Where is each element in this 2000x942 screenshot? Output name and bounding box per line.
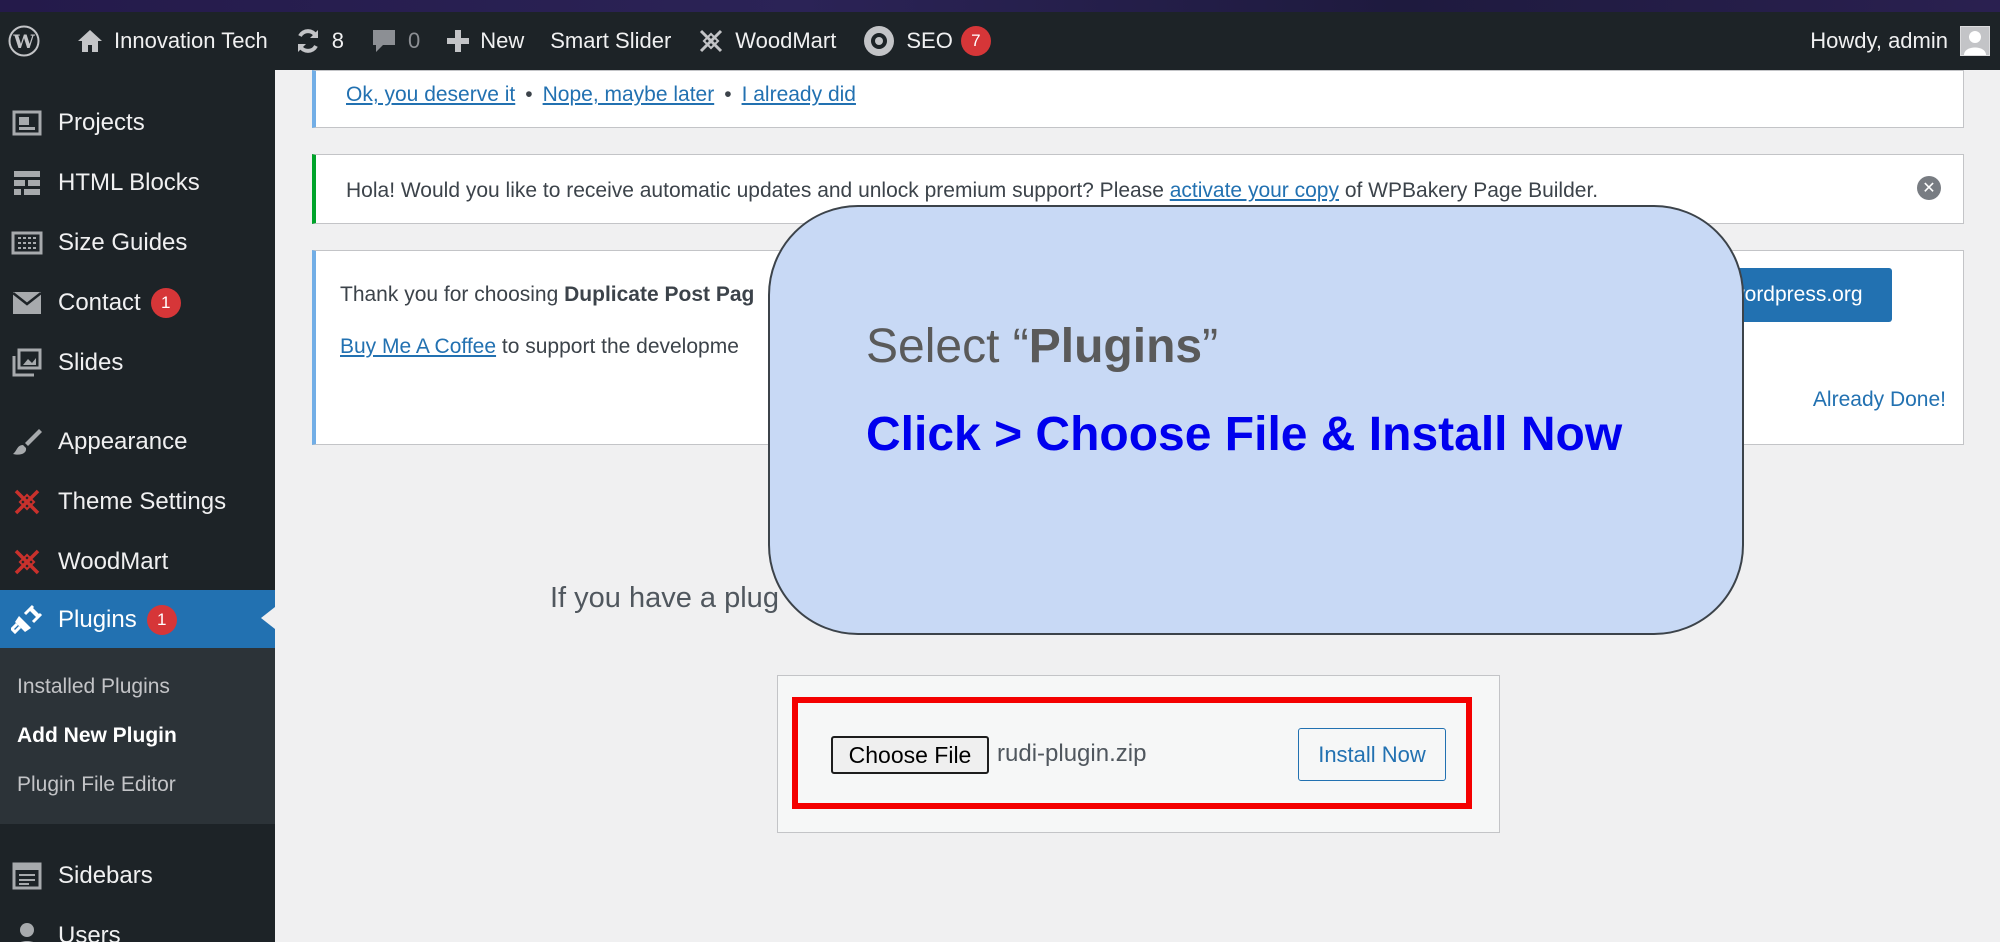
dismiss-notice-icon[interactable]: ✕: [1917, 176, 1941, 200]
comments-link[interactable]: 0: [357, 12, 433, 70]
site-name: Innovation Tech: [114, 28, 268, 53]
sidebar-item-label: Appearance: [58, 428, 188, 455]
choose-file-button[interactable]: Choose File: [831, 736, 989, 774]
site-name-link[interactable]: Innovation Tech: [63, 12, 281, 70]
callout-select-text: Select “Plugins”: [866, 320, 1219, 373]
home-icon: [78, 30, 102, 52]
sidebar-item-size-guides[interactable]: Size Guides: [0, 215, 275, 271]
wordpress-logo-icon: W: [8, 25, 40, 57]
seo-gear-icon: [864, 26, 895, 56]
new-label: New: [480, 28, 525, 53]
install-now-button[interactable]: Install Now: [1298, 728, 1446, 781]
tutorial-callout: Select “Plugins” Click > Choose File & I…: [768, 205, 1744, 635]
plugins-submenu: Installed Plugins Add New Plugin Plugin …: [0, 648, 275, 824]
woodmart-link[interactable]: WoodMart: [684, 12, 849, 70]
envelope-icon: [10, 286, 44, 320]
sidebar-item-slides[interactable]: Slides: [0, 335, 275, 391]
sidebar-item-label: Users: [58, 922, 121, 942]
new-content-link[interactable]: New: [433, 12, 537, 70]
woodmart-logo-icon: [10, 545, 44, 579]
woodmart-logo-icon: [700, 29, 723, 53]
sidebar-item-projects[interactable]: Projects: [0, 95, 275, 151]
review-ok-link[interactable]: Ok, you deserve it: [346, 83, 515, 107]
seo-badge: 7: [960, 26, 991, 56]
admin-sidebar: Projects HTML Blocks Size Guides Contact…: [0, 70, 275, 942]
review-links: Ok, you deserve it • Nope, maybe later •…: [346, 83, 856, 107]
grid-icon: [10, 166, 44, 200]
sidebar-item-woodmart[interactable]: WoodMart: [0, 534, 275, 590]
user-icon: [10, 919, 44, 942]
sidebar-item-users[interactable]: Users: [0, 908, 275, 942]
sidebar-item-label: Slides: [58, 349, 124, 376]
woodmart-label: WoodMart: [735, 28, 837, 53]
callout-instruction: Click > Choose File & Install Now: [866, 408, 1623, 461]
sidebar-item-label: Projects: [58, 109, 145, 136]
sidebar-item-html-blocks[interactable]: HTML Blocks: [0, 155, 275, 211]
comment-icon: [372, 30, 395, 52]
submenu-add-new-plugin[interactable]: Add New Plugin: [17, 724, 177, 748]
svg-text:W: W: [12, 31, 35, 53]
sidebar-item-label: HTML Blocks: [58, 169, 200, 196]
sidebar-item-label: Plugins: [58, 606, 137, 633]
contact-badge: 1: [150, 288, 181, 318]
sidebar-item-label: WoodMart: [58, 548, 169, 575]
wordpress-logo-button[interactable]: W: [0, 12, 63, 70]
user-avatar-icon: [1964, 31, 1986, 55]
plus-icon: [447, 30, 470, 52]
portfolio-icon: [10, 106, 44, 140]
plugin-icon: [10, 603, 44, 637]
sidebar-item-label: Contact: [58, 289, 141, 316]
sidebar-item-theme-settings[interactable]: Theme Settings: [0, 474, 275, 530]
review-later-link[interactable]: Nope, maybe later: [543, 83, 715, 107]
sidebar-item-label: Theme Settings: [58, 488, 227, 515]
sidebar-item-contact[interactable]: Contact 1: [0, 275, 275, 331]
smart-slider-link[interactable]: Smart Slider: [537, 12, 684, 70]
plugins-badge: 1: [146, 605, 177, 635]
review-done-link[interactable]: I already did: [742, 83, 856, 107]
woodmart-logo-icon: [10, 485, 44, 519]
sidebar-item-sidebars[interactable]: Sidebars: [0, 848, 275, 904]
browser-top-strip: [0, 0, 2000, 12]
avatar: [1960, 26, 1990, 56]
sidebar-icon: [10, 859, 44, 893]
smart-slider-label: Smart Slider: [550, 28, 672, 53]
sidebar-item-plugins[interactable]: Plugins 1: [0, 590, 275, 650]
coffee-text: Buy Me A Coffee to support the developme: [340, 335, 739, 358]
sidebar-item-label: Size Guides: [58, 229, 188, 256]
submenu-plugin-file-editor[interactable]: Plugin File Editor: [17, 773, 176, 797]
ruler-icon: [10, 226, 44, 260]
review-notice: Ok, you deserve it • Nope, maybe later •…: [312, 70, 1964, 128]
duplicate-post-text: Thank you for choosing Duplicate Post Pa…: [340, 283, 755, 306]
sidebar-item-label: Sidebars: [58, 862, 153, 889]
sidebar-item-appearance[interactable]: Appearance: [0, 414, 275, 470]
submenu-installed-plugins[interactable]: Installed Plugins: [17, 675, 170, 699]
updates-link[interactable]: 8: [281, 12, 357, 70]
paintbrush-icon: [10, 425, 44, 459]
activate-copy-link[interactable]: activate your copy: [1170, 179, 1339, 202]
wpbakery-notice-text: Hola! Would you like to receive automati…: [346, 179, 1599, 202]
howdy-text: Howdy, admin: [1810, 28, 1948, 53]
admin-bar: W Innovation Tech 8 0 New Smart Slider W…: [0, 12, 2000, 70]
slides-icon: [10, 346, 44, 380]
comments-count: 0: [407, 28, 421, 53]
my-account-link[interactable]: Howdy, admin: [1810, 26, 2000, 56]
already-done-link[interactable]: Already Done!: [1813, 388, 1946, 412]
updates-count: 8: [331, 28, 344, 53]
selected-file-name: rudi-plugin.zip: [997, 740, 1147, 767]
upload-intro-text: If you have a plug: [550, 582, 779, 614]
seo-label: SEO: [906, 28, 953, 53]
refresh-icon: [297, 29, 318, 53]
seo-link[interactable]: SEO 7: [849, 12, 1003, 70]
buy-me-a-coffee-link[interactable]: Buy Me A Coffee: [340, 335, 496, 358]
